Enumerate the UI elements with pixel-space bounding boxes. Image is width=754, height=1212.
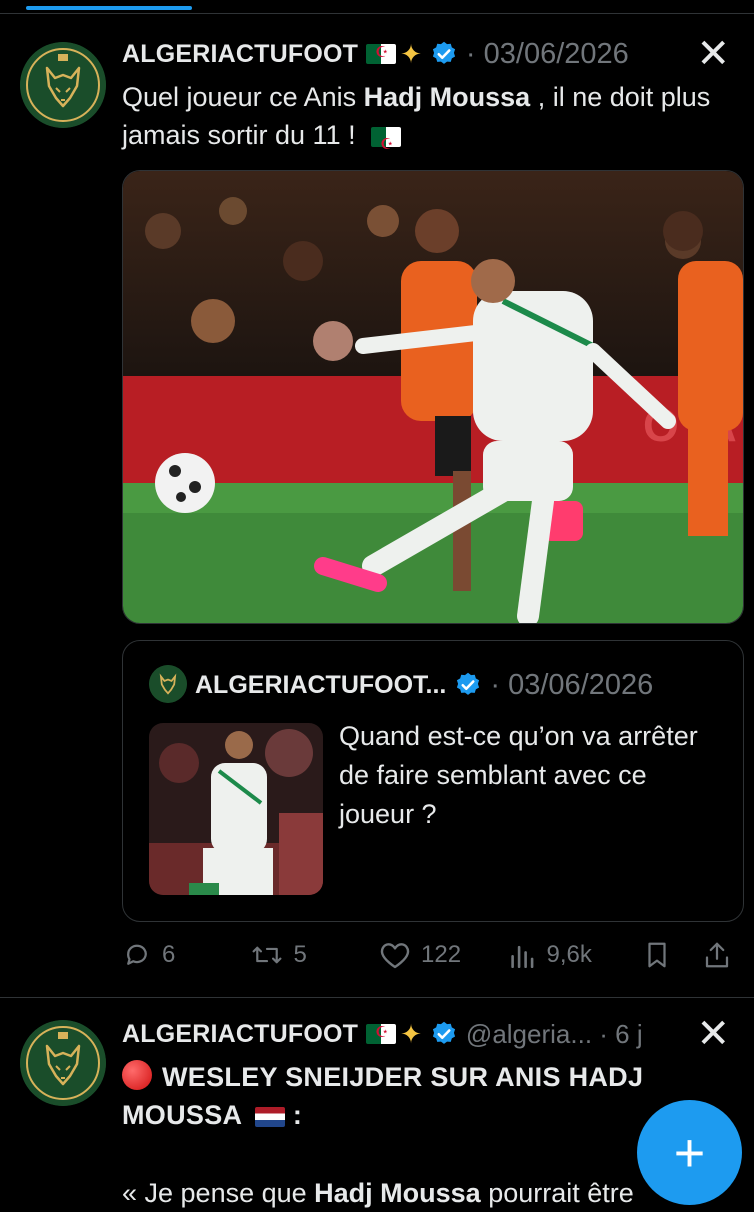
reply-button[interactable]: 6 xyxy=(122,940,250,970)
quoted-avatar[interactable] xyxy=(149,665,187,703)
like-button[interactable]: 122 xyxy=(379,940,510,970)
quoted-header: ALGERIACTUFOOT... · 03/06/2026 xyxy=(195,665,653,705)
verified-badge-icon xyxy=(432,1021,456,1044)
bookmark-icon xyxy=(648,942,666,968)
quoted-date[interactable]: · 03/06/2026 xyxy=(490,669,653,702)
tweet-headline: WESLEY SNEIJDER SUR ANIS HADJ MOUSSA xyxy=(122,1062,644,1130)
quoted-author-name[interactable]: ALGERIACTUFOOT... xyxy=(195,671,446,700)
share-button[interactable] xyxy=(703,940,742,970)
retweet-button[interactable]: 5 xyxy=(250,940,380,970)
tweet-text-bold: Hadj Moussa xyxy=(314,1178,481,1208)
retweet-icon xyxy=(252,946,281,964)
tweet-headline-suffix: : xyxy=(285,1100,303,1130)
sparkles-icon: ✦ xyxy=(400,1018,422,1049)
tweet-handle-time[interactable]: @algeria... · 6 j xyxy=(466,1019,643,1050)
views-button[interactable]: 9,6k xyxy=(510,940,643,970)
tweet-header: ALGERIACTUFOOT ✦ · 03/06/2026 ✕ xyxy=(122,34,730,74)
compose-plus-icon: + xyxy=(673,1122,706,1183)
tweet-quote-line: « Je pense que Hadj Moussa pourrait être xyxy=(122,1174,730,1212)
tweet-text-bold: Hadj Moussa xyxy=(363,82,531,112)
algeria-flag-icon xyxy=(366,43,397,64)
close-icon[interactable]: ✕ xyxy=(696,34,730,74)
reply-icon xyxy=(127,944,147,965)
author-name[interactable]: ALGERIACTUFOOT xyxy=(122,40,358,69)
verified-badge-icon xyxy=(457,672,480,695)
views-icon xyxy=(511,945,534,968)
share-icon xyxy=(705,942,728,968)
like-count: 122 xyxy=(421,941,462,968)
tweet-date[interactable]: · 03/06/2026 xyxy=(466,38,629,71)
like-icon xyxy=(380,943,410,969)
close-icon[interactable]: ✕ xyxy=(696,1014,730,1054)
tweet-actions: 6 5 122 9,6k xyxy=(122,935,742,975)
views-count: 9,6k xyxy=(546,941,592,968)
tweet-photo[interactable]: OTA xyxy=(122,170,744,624)
algeria-flag-icon xyxy=(366,1023,397,1044)
avatar[interactable] xyxy=(20,42,106,128)
tweet-text: Quel joueur ce Anis Hadj Moussa , il ne … xyxy=(122,78,730,164)
sparkles-icon: ✦ xyxy=(400,38,422,69)
tweet-text-part: « Je pense que xyxy=(122,1178,315,1208)
compose-button[interactable]: + xyxy=(637,1100,742,1205)
bookmark-button[interactable] xyxy=(644,940,703,970)
reply-count: 6 xyxy=(162,941,176,968)
red-circle-icon xyxy=(122,1060,152,1090)
quoted-tweet[interactable]: ALGERIACTUFOOT... · 03/06/2026 Quand est… xyxy=(122,640,744,922)
quoted-text: Quand est-ce qu’on va arrêter de faire s… xyxy=(339,721,698,829)
algeria-flag-icon xyxy=(371,126,402,164)
tweet-text-part: pourrait être xyxy=(480,1178,634,1208)
quoted-photo[interactable] xyxy=(149,723,323,895)
tweet-text-part: Quel joueur ce Anis xyxy=(122,82,364,112)
verified-badge-icon xyxy=(432,41,456,64)
tweet-1[interactable]: ALGERIACTUFOOT ✦ · 03/06/2026 ✕ Quel jou… xyxy=(0,0,754,997)
avatar[interactable] xyxy=(20,1020,106,1106)
tweet-text: WESLEY SNEIJDER SUR ANIS HADJ MOUSSA : xyxy=(122,1058,730,1134)
tweet-header: ALGERIACTUFOOT ✦ @algeria... · 6 j ✕ xyxy=(122,1014,730,1054)
author-name[interactable]: ALGERIACTUFOOT xyxy=(122,1020,358,1049)
retweet-count: 5 xyxy=(293,941,307,968)
netherlands-flag-icon xyxy=(255,1106,286,1127)
